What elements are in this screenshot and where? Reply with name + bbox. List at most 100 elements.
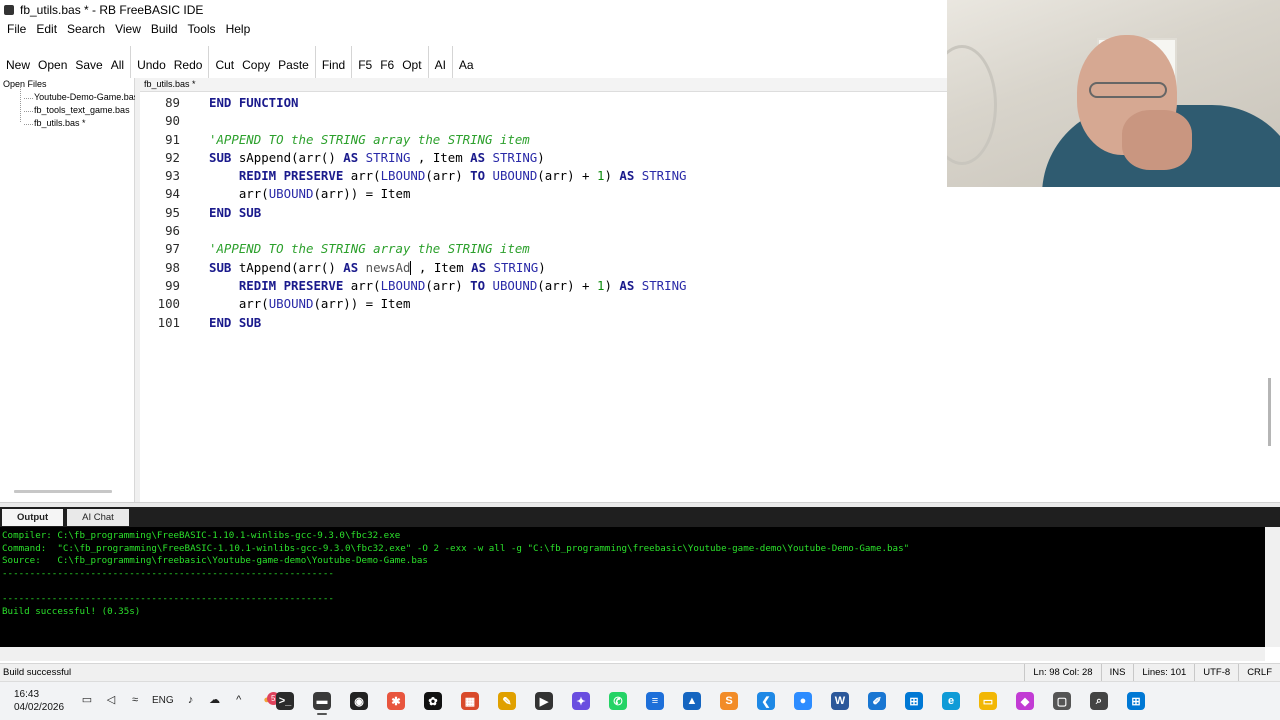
menu-tools[interactable]: Tools <box>183 22 221 36</box>
chevron-up-icon[interactable]: ^ <box>232 693 246 707</box>
cut-button[interactable]: Cut <box>211 46 238 78</box>
toolbar-file-group: New Open Save All <box>0 46 132 78</box>
tab-ai-chat[interactable]: AI Chat <box>67 508 129 526</box>
code-line[interactable]: 92 SUB sAppend(arr() AS STRING , Item AS … <box>140 149 687 167</box>
redo-button[interactable]: Redo <box>170 46 207 78</box>
webcam-overlay <box>947 0 1280 187</box>
volume-icon[interactable]: ◁ <box>104 693 118 707</box>
code-line[interactable]: 99 REDIM PRESERVE arr(LBOUND(arr) TO UBO… <box>140 277 686 295</box>
code-line[interactable]: 101 END SUB <box>140 314 687 332</box>
code-line[interactable]: 96 <box>140 222 687 240</box>
tab-output[interactable]: Output <box>2 508 64 526</box>
code-token: STRING <box>485 149 538 165</box>
word-taskbar-button[interactable]: W <box>827 687 853 715</box>
menu-edit[interactable]: Edit <box>31 22 62 36</box>
taskbar-apps: >_ ▬ ◉ ✱ ✿ ▦ ✎ ▶ ✦ ✆ ≡ ▲ S ❮ ● W ✐ ⊞ e ▭ ◆ ▢ ⌕ ⊞ <box>272 687 1149 715</box>
folder-taskbar-button[interactable]: ▭ <box>975 687 1001 715</box>
menu-search[interactable]: Search <box>62 22 110 36</box>
font-button[interactable]: Aa <box>455 46 478 78</box>
code-area[interactable]: 89 END FUNCTION 90 91 'APPEND TO the STRING … <box>140 94 687 332</box>
code-line[interactable]: 94 arr(UBOUND(arr)) = Item <box>140 185 687 203</box>
console-horizontal-scrollbar[interactable] <box>0 647 1265 661</box>
media-player-taskbar-button[interactable]: ▶ <box>531 687 557 715</box>
battery-icon[interactable]: ▭ <box>80 693 94 707</box>
photos-taskbar-button[interactable]: ▲ <box>679 687 705 715</box>
code-line[interactable]: 97 'APPEND TO the STRING array the STRING… <box>140 240 687 258</box>
copilot-taskbar-button[interactable]: ✦ <box>568 687 594 715</box>
code-token: arr( <box>343 168 381 184</box>
ide-taskbar-button[interactable]: ▬ <box>309 687 335 715</box>
obs-taskbar-button[interactable]: ◉ <box>346 687 372 715</box>
open-button[interactable]: Open <box>34 46 71 78</box>
menu-file[interactable]: File <box>2 22 31 36</box>
search-taskbar-button[interactable]: ⌕ <box>1086 687 1112 715</box>
edge-taskbar-button[interactable]: e <box>938 687 964 715</box>
pen-app-taskbar-button[interactable]: ✎ <box>494 687 520 715</box>
ai-button[interactable]: AI <box>431 46 450 78</box>
code-token: newsAd <box>358 259 411 275</box>
f6-button[interactable]: F6 <box>376 46 398 78</box>
microphone-icon[interactable]: ♪ <box>184 693 198 707</box>
clock[interactable]: 16:43 04/02/2026 <box>14 688 64 714</box>
options-button[interactable]: Opt <box>398 46 425 78</box>
line-number: 98 <box>165 259 180 275</box>
code-token: , Item <box>411 259 472 275</box>
file-item-fb-utils[interactable]: fb_utils.bas * <box>4 116 134 129</box>
output-console[interactable]: Compiler: C:\fb_programming\FreeBASIC-1.… <box>0 527 1265 647</box>
window-taskbar-button[interactable]: ▢ <box>1049 687 1075 715</box>
menu-build[interactable]: Build <box>146 22 183 36</box>
code-token: 'APPEND TO the STRING array the STRING i… <box>209 131 530 147</box>
code-token: UBOUND <box>492 277 538 293</box>
code-line[interactable]: 98 SUB tAppend(arr() AS newsAd , Item AS … <box>140 259 687 277</box>
code-token: AS <box>471 259 487 275</box>
language-indicator[interactable]: ENG <box>152 695 174 706</box>
puzzle-app-taskbar-button[interactable]: ▦ <box>457 687 483 715</box>
clock-time: 16:43 <box>14 689 40 700</box>
new-button[interactable]: New <box>2 46 34 78</box>
code-line[interactable]: 89 END FUNCTION <box>140 94 687 112</box>
find-button[interactable]: Find <box>318 46 349 78</box>
cloud-icon[interactable]: ☁ <box>208 693 222 707</box>
menu-view[interactable]: View <box>110 22 146 36</box>
photos-icon: ▲ <box>683 692 701 710</box>
open-files-panel: Open Files Youtube-Demo-Game.bas fb_tool… <box>0 78 138 502</box>
zoom-taskbar-button[interactable]: ● <box>790 687 816 715</box>
console-vertical-scrollbar[interactable] <box>1265 527 1280 647</box>
docs-taskbar-button[interactable]: ≡ <box>642 687 668 715</box>
code-line[interactable]: 91 'APPEND TO the STRING array the STRING… <box>140 131 687 149</box>
wifi-icon[interactable]: ≈ <box>128 693 142 707</box>
editor-scrollbar[interactable] <box>1268 378 1271 446</box>
code-token: SUB <box>209 259 232 275</box>
f5-button[interactable]: F5 <box>354 46 376 78</box>
code-line[interactable]: 100 arr(UBOUND(arr)) = Item <box>140 295 687 313</box>
vscode-taskbar-button[interactable]: ❮ <box>753 687 779 715</box>
ide-icon: ▬ <box>313 692 331 710</box>
undo-button[interactable]: Undo <box>133 46 170 78</box>
chatgpt-taskbar-button[interactable]: ✿ <box>420 687 446 715</box>
m365-taskbar-button[interactable]: ◆ <box>1012 687 1038 715</box>
code-line[interactable]: 95 END SUB <box>140 204 687 222</box>
tab-fb-utils[interactable]: fb_utils.bas * <box>140 78 947 92</box>
left-panel-scrollbar[interactable] <box>14 490 112 493</box>
file-item-fb-tools[interactable]: fb_tools_text_game.bas <box>4 103 134 116</box>
menu-help[interactable]: Help <box>221 22 256 36</box>
paste-button[interactable]: Paste <box>274 46 313 78</box>
save-button[interactable]: Save <box>71 46 106 78</box>
file-item-youtube-demo[interactable]: Youtube-Demo-Game.bas <box>4 90 138 103</box>
star-app-taskbar-button[interactable]: ✱ <box>383 687 409 715</box>
sublime-taskbar-button[interactable]: S <box>716 687 742 715</box>
star-app-icon: ✱ <box>387 692 405 710</box>
start-taskbar-button[interactable]: ⊞ <box>1123 687 1149 715</box>
line-number: 90 <box>165 113 180 129</box>
code-token: arr( <box>209 186 269 202</box>
edit-app-taskbar-button[interactable]: ✐ <box>864 687 890 715</box>
code-line[interactable]: 90 <box>140 112 687 130</box>
vscode-icon: ❮ <box>757 692 775 710</box>
code-line[interactable]: 93 REDIM PRESERVE arr(LBOUND(arr) TO UBO… <box>140 167 686 185</box>
copy-button[interactable]: Copy <box>238 46 274 78</box>
store-taskbar-button[interactable]: ⊞ <box>901 687 927 715</box>
save-all-button[interactable]: All <box>107 46 128 78</box>
whatsapp-taskbar-button[interactable]: ✆ <box>605 687 631 715</box>
code-token: 'APPEND TO the STRING array the STRING i… <box>209 241 530 257</box>
terminal-taskbar-button[interactable]: >_ <box>272 687 298 715</box>
